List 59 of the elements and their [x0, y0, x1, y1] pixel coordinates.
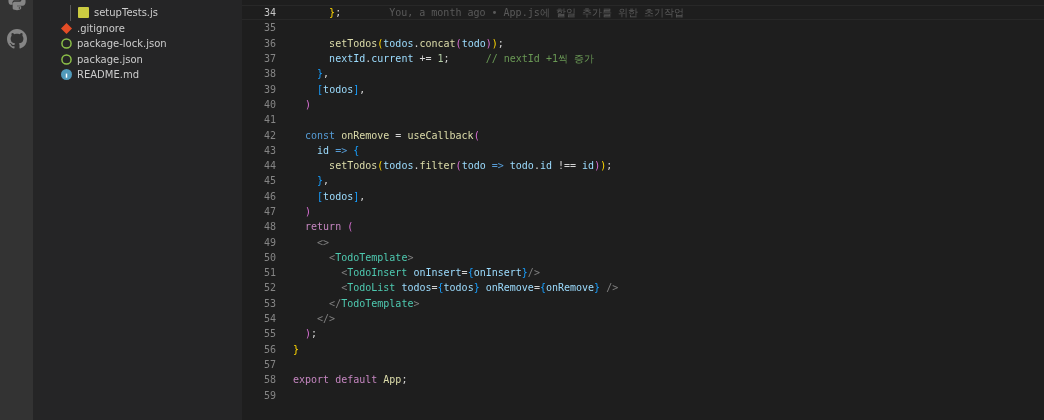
- line-number: 44: [262, 160, 276, 172]
- line-number: 37: [262, 53, 276, 65]
- ring-file-icon: [61, 53, 72, 65]
- file-item[interactable]: package.json: [33, 51, 242, 67]
- square-file-icon: [78, 7, 89, 19]
- line-number: 43: [262, 144, 276, 156]
- line-number: 52: [262, 282, 276, 294]
- code-text: };: [328, 7, 342, 19]
- line-number: 40: [262, 98, 276, 110]
- code-text: <TodoList todos={todos} onRemove={onRemove} />: [340, 282, 619, 294]
- line-number: 53: [262, 297, 276, 309]
- line-number: 55: [262, 328, 276, 340]
- info-icon: [61, 69, 72, 81]
- code-text: [todos],: [316, 190, 366, 202]
- line-number: 59: [262, 389, 276, 401]
- line-number: 56: [262, 343, 276, 355]
- code-text: },: [316, 68, 330, 80]
- line-number: 46: [262, 190, 276, 202]
- code-text: </TodoTemplate>: [328, 297, 420, 309]
- code-text: }: [293, 343, 300, 355]
- code-text: export default App;: [293, 374, 408, 386]
- code-text: id => {: [316, 144, 360, 156]
- code-text: <>: [316, 236, 330, 248]
- file-item[interactable]: package-lock.json: [33, 36, 242, 52]
- line-number: 42: [262, 129, 276, 141]
- line-number: 49: [262, 236, 276, 248]
- line-number: 50: [262, 251, 276, 263]
- file-item[interactable]: setupTests.js: [71, 5, 242, 21]
- file-item[interactable]: README.md: [33, 67, 242, 83]
- line-number: 48: [262, 221, 276, 233]
- code-text: nextId.current += 1; // nextId +1씩 증가: [328, 51, 594, 66]
- code-text: <TodoInsert onInsert={onInsert}/>: [340, 267, 540, 279]
- file-item[interactable]: .gitignore: [33, 20, 242, 36]
- github-icon[interactable]: [6, 29, 27, 49]
- diamond-file-icon: [61, 22, 72, 34]
- line-number: 35: [262, 22, 276, 34]
- code-text: </>: [316, 313, 336, 325]
- line-number: 57: [262, 358, 276, 370]
- code-text: },: [316, 175, 330, 187]
- code-text: ): [304, 206, 312, 217]
- code-text: );: [304, 328, 318, 340]
- code-text: [todos],: [316, 83, 366, 95]
- code-text: const onRemove = useCallback(: [304, 129, 480, 141]
- line-number: 47: [262, 206, 276, 217]
- line-number: 58: [262, 374, 276, 386]
- ring-file-icon: [61, 38, 72, 50]
- line-number: 45: [262, 175, 276, 187]
- line-number: 51: [262, 267, 276, 279]
- code-text: setTodos(todos.filter(todo => todo.id !== id));: [328, 160, 613, 172]
- line-number: 54: [262, 313, 276, 325]
- line-number: 36: [262, 37, 276, 49]
- line-number: 39: [262, 83, 276, 95]
- line-number: 38: [262, 68, 276, 80]
- code-text: setTodos(todos.concat(todo));: [328, 37, 504, 49]
- line-number: 41: [262, 114, 276, 126]
- code-text: return (: [304, 221, 354, 233]
- line-number: 34: [262, 7, 276, 19]
- code-text: <TodoTemplate>: [328, 251, 414, 263]
- code-text: ): [304, 98, 312, 110]
